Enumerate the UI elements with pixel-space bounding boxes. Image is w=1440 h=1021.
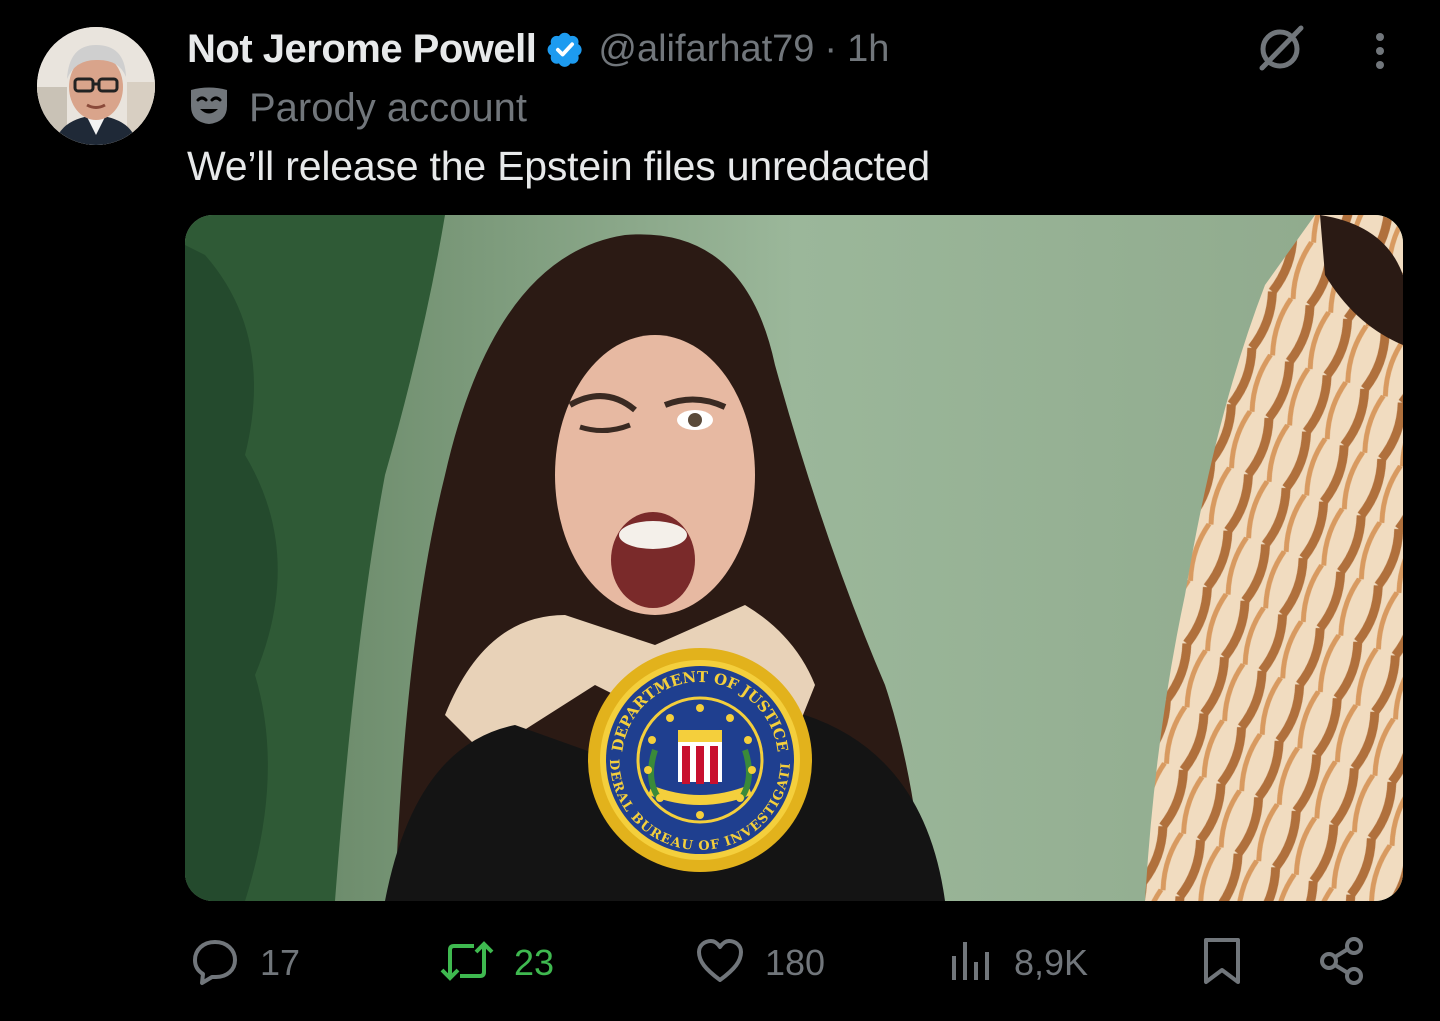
author-display-name[interactable]: Not Jerome Powell <box>187 27 537 72</box>
parody-account-text: Parody account <box>249 85 527 130</box>
heart-icon <box>695 936 745 991</box>
like-button[interactable]: 180 <box>695 930 825 996</box>
parody-label: Parody account <box>187 84 527 132</box>
reply-icon <box>190 936 240 991</box>
more-options-icon[interactable] <box>1362 30 1398 70</box>
reply-button[interactable]: 17 <box>190 930 300 996</box>
post-media-image[interactable]: DEPARTMENT OF JUSTICE FEDERAL BUREAU OF … <box>185 215 1403 901</box>
repost-button[interactable]: 23 <box>440 930 554 996</box>
post-timestamp[interactable]: 1h <box>847 28 889 71</box>
views-button[interactable]: 8,9K <box>948 930 1088 996</box>
bar-chart-icon <box>948 936 994 991</box>
post-action-bar: 17 23 180 8,9K <box>0 930 1440 996</box>
author-handle[interactable]: @alifarhat79 <box>598 28 814 71</box>
reply-count: 17 <box>260 942 301 983</box>
verified-badge-icon[interactable] <box>546 30 584 68</box>
share-icon <box>1318 936 1366 991</box>
repost-count: 23 <box>514 942 555 983</box>
like-count: 180 <box>765 942 826 983</box>
bookmark-icon <box>1200 936 1244 991</box>
repost-icon <box>440 936 494 991</box>
author-avatar[interactable] <box>37 27 155 145</box>
separator-dot: · <box>824 27 838 70</box>
theater-masks-icon <box>187 86 231 131</box>
view-count: 8,9K <box>1014 942 1089 983</box>
post-header: Not Jerome Powell @alifarhat79 · 1h <box>187 22 889 76</box>
post-text: We’ll release the Epstein files unredact… <box>187 143 930 189</box>
fbi-seal: DEPARTMENT OF JUSTICE FEDERAL BUREAU OF … <box>588 648 812 872</box>
share-button[interactable] <box>1318 930 1366 996</box>
bookmark-button[interactable] <box>1200 930 1244 996</box>
grok-icon[interactable] <box>1254 24 1308 72</box>
